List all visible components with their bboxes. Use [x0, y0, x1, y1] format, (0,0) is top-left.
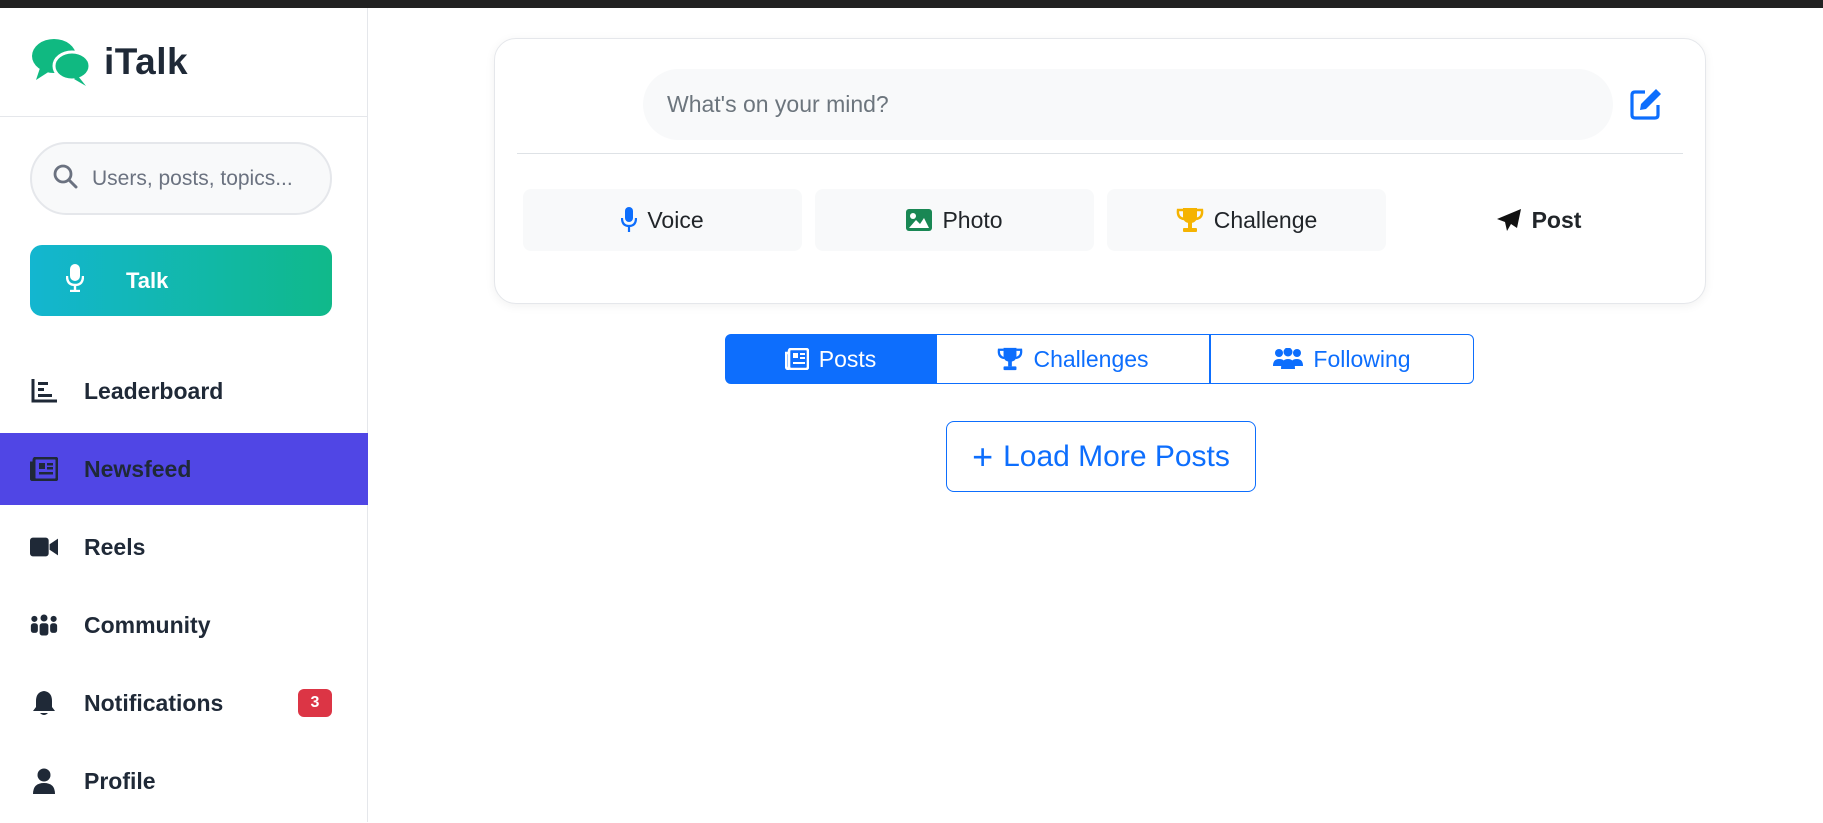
- challenge-label: Challenge: [1213, 206, 1318, 233]
- edit-icon[interactable]: [1629, 87, 1665, 123]
- post-button[interactable]: Post: [1399, 189, 1678, 251]
- post-composer: What's on your mind? Voice Photo Challen…: [494, 38, 1706, 304]
- window-top-bar: [0, 0, 1823, 8]
- talk-button[interactable]: Talk: [30, 245, 332, 316]
- image-icon: [906, 209, 933, 231]
- voice-label: Voice: [647, 206, 704, 233]
- sidebar-item-label: Reels: [84, 533, 146, 560]
- load-more-button[interactable]: + Load More Posts: [946, 421, 1256, 492]
- newspaper-icon: [30, 455, 58, 483]
- plus-icon: +: [972, 435, 994, 477]
- newspaper-icon: [784, 348, 809, 370]
- tab-label: Posts: [818, 345, 877, 372]
- sidebar-item-community[interactable]: Community: [0, 589, 368, 661]
- sidebar-item-label: Newsfeed: [84, 455, 192, 482]
- photo-button[interactable]: Photo: [815, 189, 1094, 251]
- chart-bar-icon: [30, 377, 58, 405]
- search-icon: [52, 163, 78, 194]
- sidebar-item-label: Profile: [84, 767, 156, 794]
- tab-label: Following: [1313, 345, 1411, 372]
- notification-count-badge: 3: [298, 689, 332, 717]
- app-name: iTalk: [104, 41, 189, 82]
- sidebar-item-profile[interactable]: Profile: [0, 745, 368, 817]
- chat-bubbles-logo-icon: [30, 36, 92, 88]
- sidebar-item-reels[interactable]: Reels: [0, 511, 368, 583]
- tab-label: Challenges: [1033, 345, 1149, 372]
- feed-tabs: Posts Challenges Following: [725, 334, 1474, 384]
- video-camera-icon: [30, 533, 58, 561]
- sidebar-item-label: Leaderboard: [84, 377, 224, 404]
- search-box[interactable]: [30, 142, 332, 215]
- sidebar-item-newsfeed[interactable]: Newsfeed: [0, 433, 368, 505]
- sidebar-item-label: Notifications: [84, 689, 224, 716]
- challenge-button[interactable]: Challenge: [1107, 189, 1386, 251]
- search-input[interactable]: [92, 166, 302, 191]
- trophy-icon: [997, 347, 1023, 371]
- composer-input[interactable]: What's on your mind?: [643, 69, 1613, 140]
- trophy-icon: [1176, 207, 1204, 233]
- post-label: Post: [1531, 206, 1582, 233]
- main-content: What's on your mind? Voice Photo Challen…: [368, 8, 1823, 822]
- sidebar-item-leaderboard[interactable]: Leaderboard: [0, 355, 368, 427]
- load-more-label: Load More Posts: [1003, 439, 1230, 473]
- tab-following[interactable]: Following: [1210, 334, 1474, 384]
- photo-label: Photo: [942, 206, 1003, 233]
- paper-plane-icon: [1496, 208, 1522, 232]
- voice-button[interactable]: Voice: [523, 189, 802, 251]
- sidebar-nav: Leaderboard Newsfeed Reels Community Not…: [0, 355, 368, 823]
- microphone-icon: [621, 207, 638, 233]
- user-group-icon: [1273, 348, 1304, 370]
- sidebar: iTalk Talk Leaderboard Newsfeed: [0, 8, 368, 822]
- talk-label: Talk: [126, 267, 169, 293]
- tab-challenges[interactable]: Challenges: [936, 334, 1210, 384]
- sidebar-item-notifications[interactable]: Notifications 3: [0, 667, 368, 739]
- people-group-icon: [30, 611, 58, 639]
- composer-divider: [517, 153, 1683, 154]
- user-icon: [30, 767, 58, 795]
- sidebar-item-label: Community: [84, 611, 211, 638]
- brand-header[interactable]: iTalk: [0, 8, 367, 117]
- bell-icon: [30, 689, 58, 717]
- microphone-icon: [65, 263, 85, 298]
- tab-posts[interactable]: Posts: [725, 334, 936, 384]
